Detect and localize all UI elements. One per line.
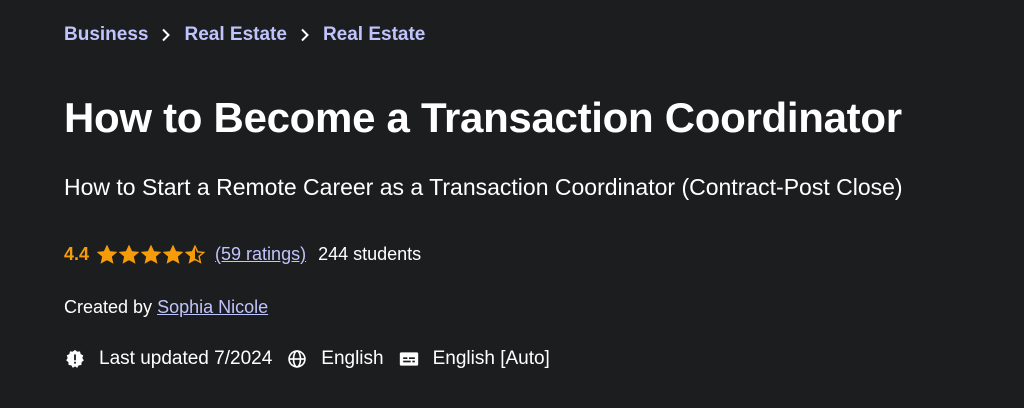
language-text: English — [321, 348, 384, 369]
breadcrumb: Business Real Estate Real Estate — [64, 24, 425, 46]
chevron-right-icon — [287, 24, 323, 46]
star-half-icon — [185, 245, 206, 264]
course-header: Business Real Estate Real Estate How to … — [0, 0, 1024, 408]
chevron-right-icon — [148, 24, 184, 46]
rating-stars — [97, 245, 206, 264]
star-full-icon — [97, 245, 118, 264]
created-by-label: Created by — [64, 297, 153, 317]
students-count: 244 students — [318, 244, 422, 264]
breadcrumb-real-estate-topic[interactable]: Real Estate — [323, 24, 425, 46]
course-title: How to Become a Transaction Coordinator — [64, 94, 902, 141]
breadcrumb-business[interactable]: Business — [64, 24, 148, 46]
rating-row: 4.4 (59 ratings) 244 students — [64, 244, 421, 265]
badge-alert-icon — [64, 348, 86, 370]
ratings-count-link[interactable]: (59 ratings) — [215, 244, 306, 265]
language: English — [286, 348, 384, 370]
last-updated-text: Last updated 7/2024 — [99, 348, 273, 369]
closed-captions-icon — [398, 348, 420, 370]
course-meta: Last updated 7/2024 English English [Aut… — [64, 348, 564, 370]
star-full-icon — [119, 245, 140, 264]
created-by: Created by Sophia Nicole — [64, 297, 268, 318]
globe-icon — [286, 348, 308, 370]
rating-value: 4.4 — [64, 244, 90, 264]
course-subtitle: How to Start a Remote Career as a Transa… — [64, 174, 903, 200]
captions-text: English [Auto] — [432, 348, 550, 369]
last-updated: Last updated 7/2024 — [64, 348, 272, 370]
star-full-icon — [163, 245, 184, 264]
breadcrumb-real-estate[interactable]: Real Estate — [184, 24, 286, 46]
instructor-link[interactable]: Sophia Nicole — [157, 297, 268, 317]
captions: English [Auto] — [398, 348, 550, 370]
star-full-icon — [141, 245, 162, 264]
